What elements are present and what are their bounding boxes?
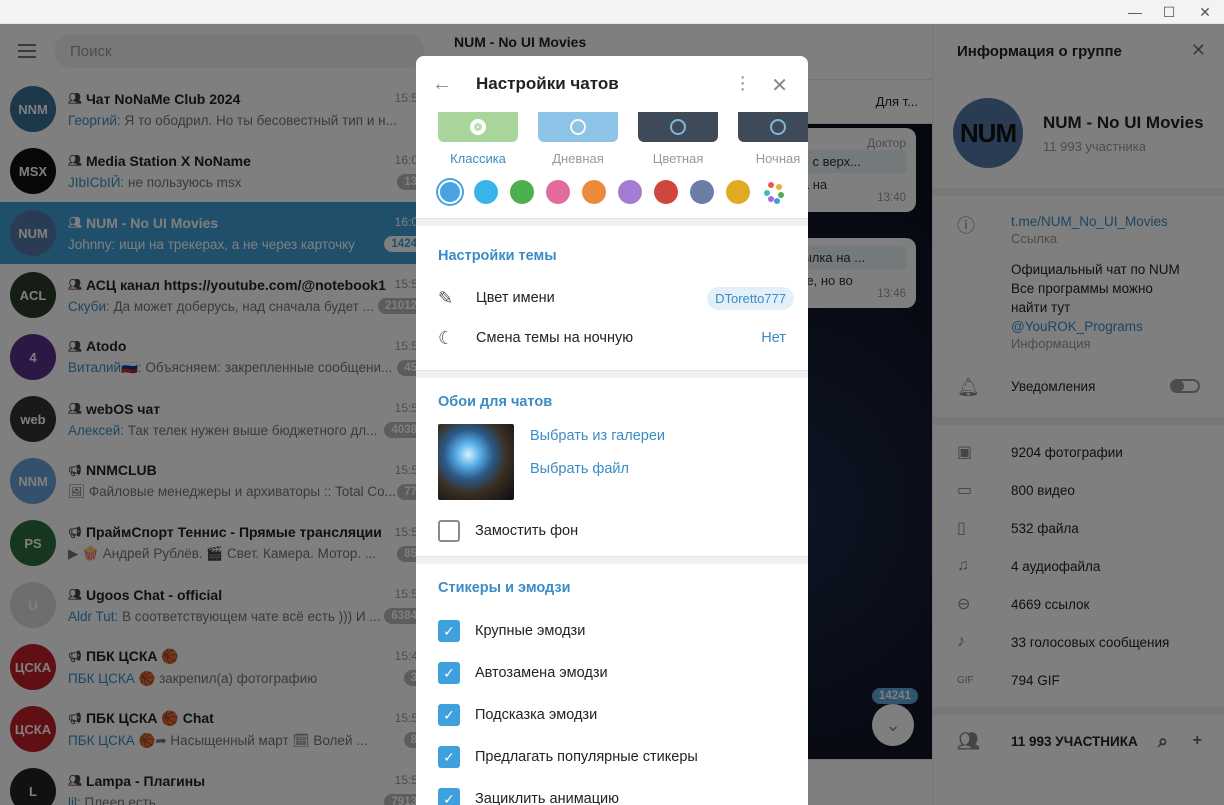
theme-radio[interactable] xyxy=(570,119,586,135)
option-label: Подсказка эмодзи xyxy=(475,707,598,723)
accent-color-swatch[interactable] xyxy=(474,180,498,204)
accent-color-swatch[interactable] xyxy=(510,180,534,204)
accent-color-swatch[interactable] xyxy=(654,180,678,204)
sticker-option-row[interactable]: ✓ Крупные эмодзи xyxy=(416,610,808,652)
theme-label: Дневная xyxy=(552,151,604,166)
option-checkbox[interactable]: ✓ xyxy=(438,704,460,726)
option-label: Зациклить анимацию xyxy=(475,791,620,805)
stickers-emoji-title: Стикеры и эмодзи xyxy=(438,580,571,596)
option-label: Автозамена эмодзи xyxy=(475,665,608,681)
theme-preview[interactable] xyxy=(538,112,618,142)
theme-preview[interactable] xyxy=(638,112,718,142)
sticker-option-row[interactable]: ✓ Зациклить анимацию xyxy=(416,778,808,805)
accent-color-picker xyxy=(416,166,808,206)
theme-option[interactable]: Цветная xyxy=(638,112,718,166)
theme-preview[interactable] xyxy=(738,112,808,142)
tile-background-label: Замостить фон xyxy=(475,523,579,539)
minimize-button[interactable]: — xyxy=(1116,0,1154,24)
brush-icon: ✎ xyxy=(438,287,454,308)
theme-option[interactable]: Дневная xyxy=(538,112,618,166)
theme-option[interactable]: Ночная xyxy=(738,112,808,166)
wallpaper-preview[interactable] xyxy=(438,424,514,500)
wallpaper-section: Выбрать из галереи Выбрать файл xyxy=(416,424,808,510)
moon-icon: ☾ xyxy=(438,327,455,348)
choose-file-link[interactable]: Выбрать файл xyxy=(530,459,665,492)
theme-preview[interactable] xyxy=(438,112,518,142)
night-theme-label: Смена темы на ночную xyxy=(476,330,634,346)
divider xyxy=(416,370,808,378)
theme-radio[interactable] xyxy=(470,119,486,135)
night-theme-value: Нет xyxy=(761,330,786,346)
night-theme-row[interactable]: ☾ Смена темы на ночную Нет xyxy=(416,318,808,358)
close-icon[interactable]: ✕ xyxy=(771,73,788,98)
maximize-button[interactable]: ☐ xyxy=(1150,0,1188,24)
dialog-header: ← Настройки чатов · · · ✕ xyxy=(416,56,808,112)
theme-label: Ночная xyxy=(755,151,801,166)
name-color-value: DToretto777 xyxy=(707,286,794,310)
close-window-button[interactable]: ✕ xyxy=(1186,0,1224,24)
accent-color-swatch[interactable] xyxy=(690,180,714,204)
custom-color-swatch[interactable] xyxy=(762,180,786,204)
option-checkbox[interactable]: ✓ xyxy=(438,662,460,684)
accent-color-swatch[interactable] xyxy=(582,180,606,204)
theme-radio[interactable] xyxy=(670,119,686,135)
window-titlebar: — ☐ ✕ xyxy=(0,0,1224,24)
dialog-title: Настройки чатов xyxy=(476,74,619,93)
theme-label: Цветная xyxy=(652,151,704,166)
option-label: Крупные эмодзи xyxy=(475,623,586,639)
sticker-option-row[interactable]: ✓ Предлагать популярные стикеры xyxy=(416,736,808,778)
stickers-options-list: ✓ Крупные эмодзи ✓ Автозамена эмодзи ✓ Подска… xyxy=(416,610,808,805)
name-color-row[interactable]: ✎ Цвет имени DToretto777 xyxy=(416,278,808,318)
sticker-option-row[interactable]: ✓ Подсказка эмодзи xyxy=(416,694,808,736)
wallpaper-title: Обои для чатов xyxy=(438,394,553,410)
divider xyxy=(416,218,808,226)
chat-settings-dialog: ← Настройки чатов · · · ✕ Классика Дневная Ц… xyxy=(416,56,808,805)
accent-color-swatch[interactable] xyxy=(618,180,642,204)
option-checkbox[interactable]: ✓ xyxy=(438,620,460,642)
accent-color-swatch[interactable] xyxy=(726,180,750,204)
theme-label: Классика xyxy=(450,151,506,166)
sticker-option-row[interactable]: ✓ Автозамена эмодзи xyxy=(416,652,808,694)
choose-from-gallery-link[interactable]: Выбрать из галереи xyxy=(530,426,665,459)
theme-radio[interactable] xyxy=(770,119,786,135)
back-arrow-icon[interactable]: ← xyxy=(432,73,460,96)
accent-color-swatch[interactable] xyxy=(440,182,460,202)
tile-background-checkbox[interactable] xyxy=(438,520,460,542)
name-color-label: Цвет имени xyxy=(476,290,555,306)
tile-background-row[interactable]: Замостить фон xyxy=(416,510,808,552)
option-checkbox[interactable]: ✓ xyxy=(438,788,460,805)
option-label: Предлагать популярные стикеры xyxy=(475,749,698,765)
theme-settings-title: Настройки темы xyxy=(438,248,557,264)
theme-option[interactable]: Классика xyxy=(438,112,518,166)
option-checkbox[interactable]: ✓ xyxy=(438,746,460,768)
more-options-icon[interactable]: · · · xyxy=(739,67,746,99)
accent-color-swatch[interactable] xyxy=(546,180,570,204)
theme-picker: Классика Дневная Цветная Ночная xyxy=(416,112,808,166)
divider xyxy=(416,556,808,564)
